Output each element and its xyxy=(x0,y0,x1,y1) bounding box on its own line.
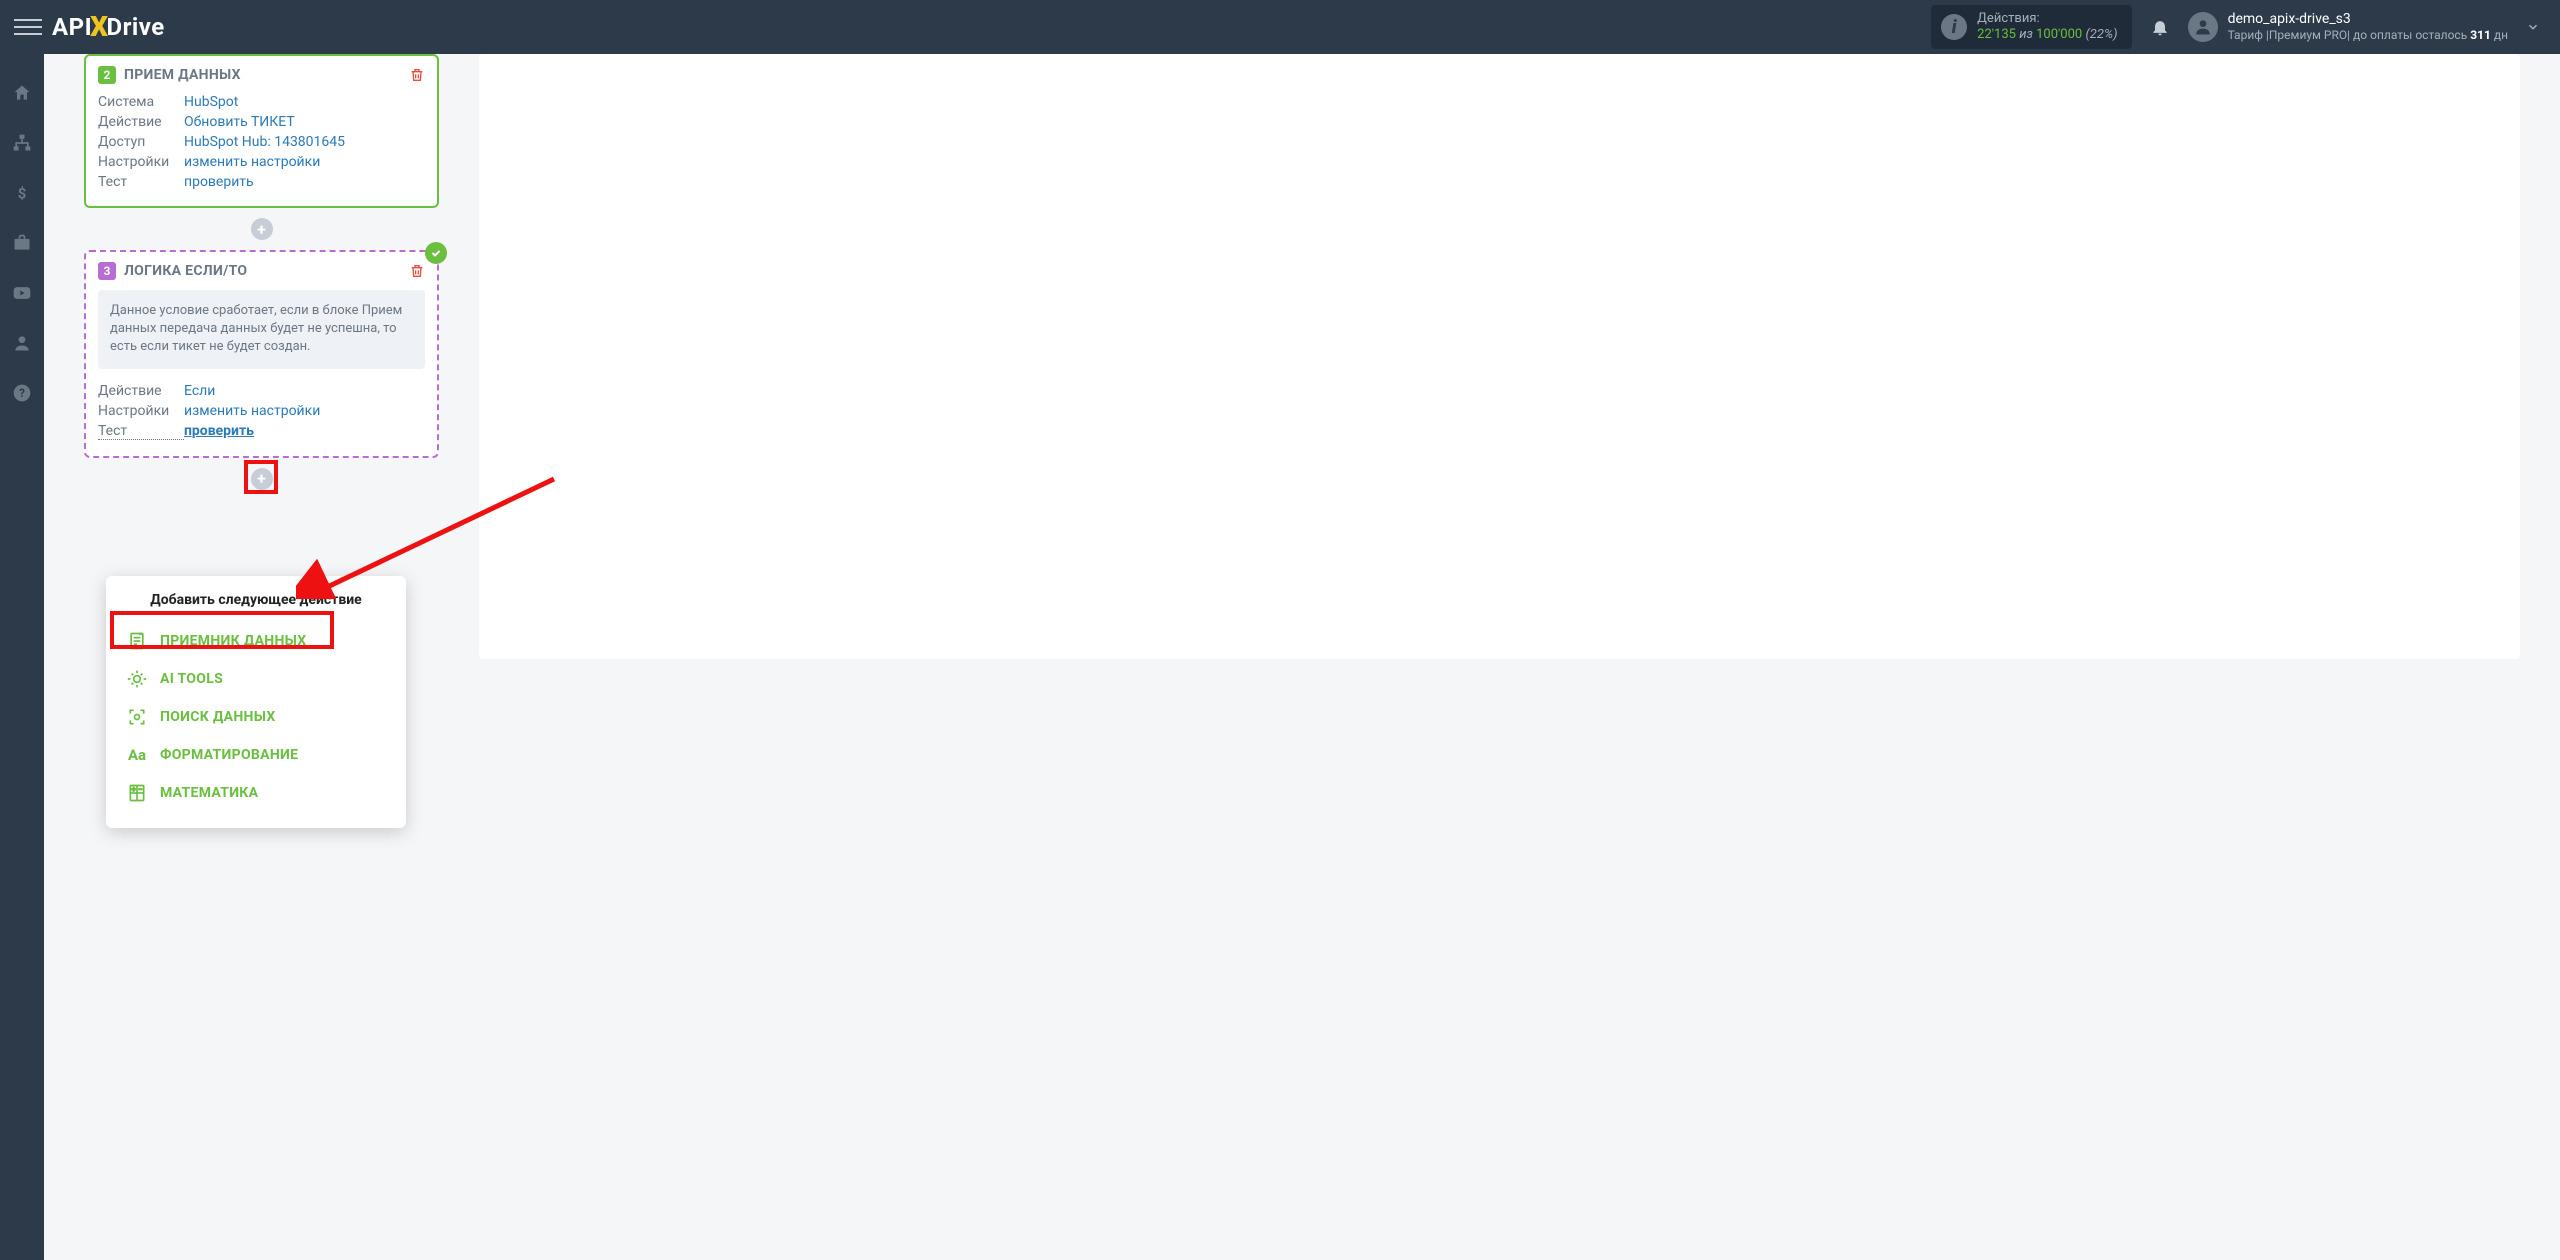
step-3-card: 3 ЛОГИКА ЕСЛИ/ТО Данное условие сработае… xyxy=(84,250,439,458)
aa-icon: Aa xyxy=(126,744,148,766)
dropdown-item-receiver[interactable]: ПРИЕМНИК ДАННЫХ xyxy=(106,622,406,660)
trash-icon[interactable] xyxy=(409,263,425,279)
svg-text:$: $ xyxy=(18,184,27,202)
step-2-test-link[interactable]: проверить xyxy=(184,174,254,190)
logo-drive: Drive xyxy=(107,13,165,41)
user-icon[interactable] xyxy=(11,332,33,354)
username: demo_apix-drive_s3 xyxy=(2228,11,2508,28)
help-icon[interactable]: ? xyxy=(11,382,33,404)
step-3-number: 3 xyxy=(98,262,116,280)
briefcase-icon[interactable] xyxy=(11,232,33,254)
user-menu[interactable]: demo_apix-drive_s3 Тариф |Премиум PRO| д… xyxy=(2188,11,2508,42)
dropdown-item-search[interactable]: ПОИСК ДАННЫХ xyxy=(106,698,406,736)
step-2-system-link[interactable]: HubSpot xyxy=(184,94,238,110)
plan-info: Тариф |Премиум PRO| до оплаты осталось 3… xyxy=(2228,28,2508,42)
svg-text:?: ? xyxy=(19,386,25,400)
dropdown-title: Добавить следующее действие xyxy=(106,592,406,608)
svg-text:+: + xyxy=(132,785,136,793)
step-3-test-link[interactable]: проверить xyxy=(184,423,254,440)
step-2-number: 2 xyxy=(98,66,116,84)
bell-icon[interactable] xyxy=(2150,17,2170,37)
scan-icon xyxy=(126,706,148,728)
avatar-icon xyxy=(2188,12,2218,42)
flow-column: 2 ПРИЕМ ДАННЫХ СистемаHubSpot ДействиеОб… xyxy=(84,54,439,500)
chevron-down-icon[interactable] xyxy=(2526,20,2546,34)
home-icon[interactable] xyxy=(11,82,33,104)
add-step-button-2[interactable]: + xyxy=(251,468,273,490)
step-3-settings-link[interactable]: изменить настройки xyxy=(184,403,320,419)
add-step-button-1[interactable]: + xyxy=(251,218,273,240)
actions-label: Действия: xyxy=(1977,11,2117,27)
logo[interactable]: API X Drive xyxy=(52,11,165,44)
trash-icon[interactable] xyxy=(409,67,425,83)
document-plus-icon xyxy=(126,630,148,652)
main-panel xyxy=(479,54,2520,659)
sitemap-icon[interactable] xyxy=(11,132,33,154)
check-badge-icon xyxy=(425,242,447,264)
sidebar: $ ? xyxy=(0,54,44,1260)
menu-button[interactable] xyxy=(14,13,42,41)
calculator-icon: +− xyxy=(126,782,148,804)
step-2-settings-link[interactable]: изменить настройки xyxy=(184,154,320,170)
add-action-dropdown: Добавить следующее действие ПРИЕМНИК ДАН… xyxy=(106,576,406,828)
step-2-title: ПРИЕМ ДАННЫХ xyxy=(124,67,241,83)
step-3-info: Данное условие сработает, если в блоке П… xyxy=(98,290,425,369)
info-icon: i xyxy=(1941,14,1967,40)
svg-text:−: − xyxy=(138,785,142,793)
step-2-card: 2 ПРИЕМ ДАННЫХ СистемаHubSpot ДействиеОб… xyxy=(84,54,439,208)
dropdown-item-ai[interactable]: AI TOOLS xyxy=(106,660,406,698)
step-2-action-link[interactable]: Обновить ТИКЕТ xyxy=(184,114,295,130)
logo-api: API xyxy=(52,13,92,41)
youtube-icon[interactable] xyxy=(11,282,33,304)
step-3-title: ЛОГИКА ЕСЛИ/ТО xyxy=(124,263,247,279)
dollar-icon[interactable]: $ xyxy=(11,182,33,204)
dropdown-item-format[interactable]: Aa ФОРМАТИРОВАНИЕ xyxy=(106,736,406,774)
step-3-action-link[interactable]: Если xyxy=(184,383,215,399)
top-bar: API X Drive i Действия: 22'135 из 100'00… xyxy=(0,0,2560,54)
step-2-access-link[interactable]: HubSpot Hub: 143801645 xyxy=(184,134,345,150)
logo-x: X xyxy=(90,10,108,43)
actions-counter[interactable]: i Действия: 22'135 из 100'000 (22%) xyxy=(1931,5,2131,50)
gear-brain-icon xyxy=(126,668,148,690)
dropdown-item-math[interactable]: +− МАТЕМАТИКА xyxy=(106,774,406,812)
